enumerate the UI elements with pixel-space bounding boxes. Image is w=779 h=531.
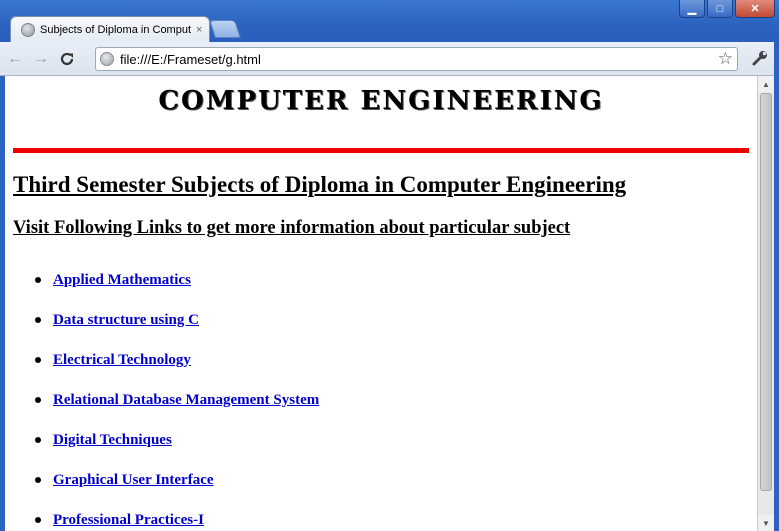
address-bar[interactable]: ☆: [95, 47, 738, 71]
page-subtitle: Visit Following Links to get more inform…: [13, 218, 571, 238]
scroll-up-arrow-icon[interactable]: ▲: [758, 76, 774, 92]
bookmark-star-icon[interactable]: ☆: [718, 49, 733, 69]
subject-link-electrical-technology[interactable]: Electrical Technology: [53, 352, 191, 369]
bullet-icon: [35, 317, 41, 323]
back-button[interactable]: ←: [4, 48, 26, 70]
bullet-icon: [35, 357, 41, 363]
page-heading: COMPUTER ENGINEERING: [158, 86, 604, 116]
scroll-down-arrow-icon[interactable]: ▼: [758, 515, 774, 531]
subject-link-applied-mathematics[interactable]: Applied Mathematics: [53, 272, 191, 289]
window-titlebar: Subjects of Diploma in Comput × ▁ □ ✕: [0, 0, 779, 42]
wrench-icon: [752, 51, 767, 66]
page-title: Third Semester Subjects of Diploma in Co…: [13, 172, 627, 197]
subject-list: Applied Mathematics Data structure using…: [35, 260, 319, 531]
vertical-scrollbar[interactable]: ▲ ▼: [757, 76, 774, 531]
reload-button[interactable]: [56, 48, 78, 70]
list-item: Data structure using C: [35, 300, 319, 340]
bullet-icon: [35, 517, 41, 523]
reload-icon: [60, 52, 74, 65]
list-item: Professional Practices-I: [35, 500, 319, 531]
browser-tab[interactable]: Subjects of Diploma in Comput ×: [10, 16, 210, 42]
list-item: Digital Techniques: [35, 420, 319, 460]
window-border-right: [774, 42, 779, 531]
window-controls: ▁ □ ✕: [679, 0, 775, 18]
list-item: Electrical Technology: [35, 340, 319, 380]
url-input[interactable]: [120, 51, 718, 67]
bullet-icon: [35, 397, 41, 403]
forward-button[interactable]: →: [30, 48, 52, 70]
scrollbar-thumb[interactable]: [760, 93, 772, 491]
browser-toolbar: ← → ☆: [0, 42, 779, 76]
page-viewport: COMPUTER ENGINEERING Third Semester Subj…: [5, 76, 757, 531]
bullet-icon: [35, 277, 41, 283]
page-info-icon[interactable]: [100, 52, 114, 66]
list-item: Relational Database Management System: [35, 380, 319, 420]
wrench-menu-icon[interactable]: [751, 49, 769, 72]
list-item: Applied Mathematics: [35, 260, 319, 300]
list-item: Graphical User Interface: [35, 460, 319, 500]
subject-link-digital-techniques[interactable]: Digital Techniques: [53, 432, 172, 449]
subject-link-data-structure[interactable]: Data structure using C: [53, 312, 199, 329]
maximize-button[interactable]: □: [707, 0, 733, 18]
minimize-button[interactable]: ▁: [679, 0, 705, 18]
subject-link-rdbms[interactable]: Relational Database Management System: [53, 392, 319, 409]
tab-close-icon[interactable]: ×: [196, 24, 202, 36]
globe-icon: [21, 22, 35, 37]
tab-title: Subjects of Diploma in Comput: [40, 23, 192, 36]
bullet-icon: [35, 437, 41, 443]
red-horizontal-rule: [13, 148, 749, 153]
subject-link-gui[interactable]: Graphical User Interface: [53, 472, 214, 489]
bullet-icon: [35, 477, 41, 483]
subject-link-professional-practices[interactable]: Professional Practices-I: [53, 512, 204, 529]
close-button[interactable]: ✕: [735, 0, 775, 18]
new-tab-button[interactable]: [209, 20, 241, 38]
